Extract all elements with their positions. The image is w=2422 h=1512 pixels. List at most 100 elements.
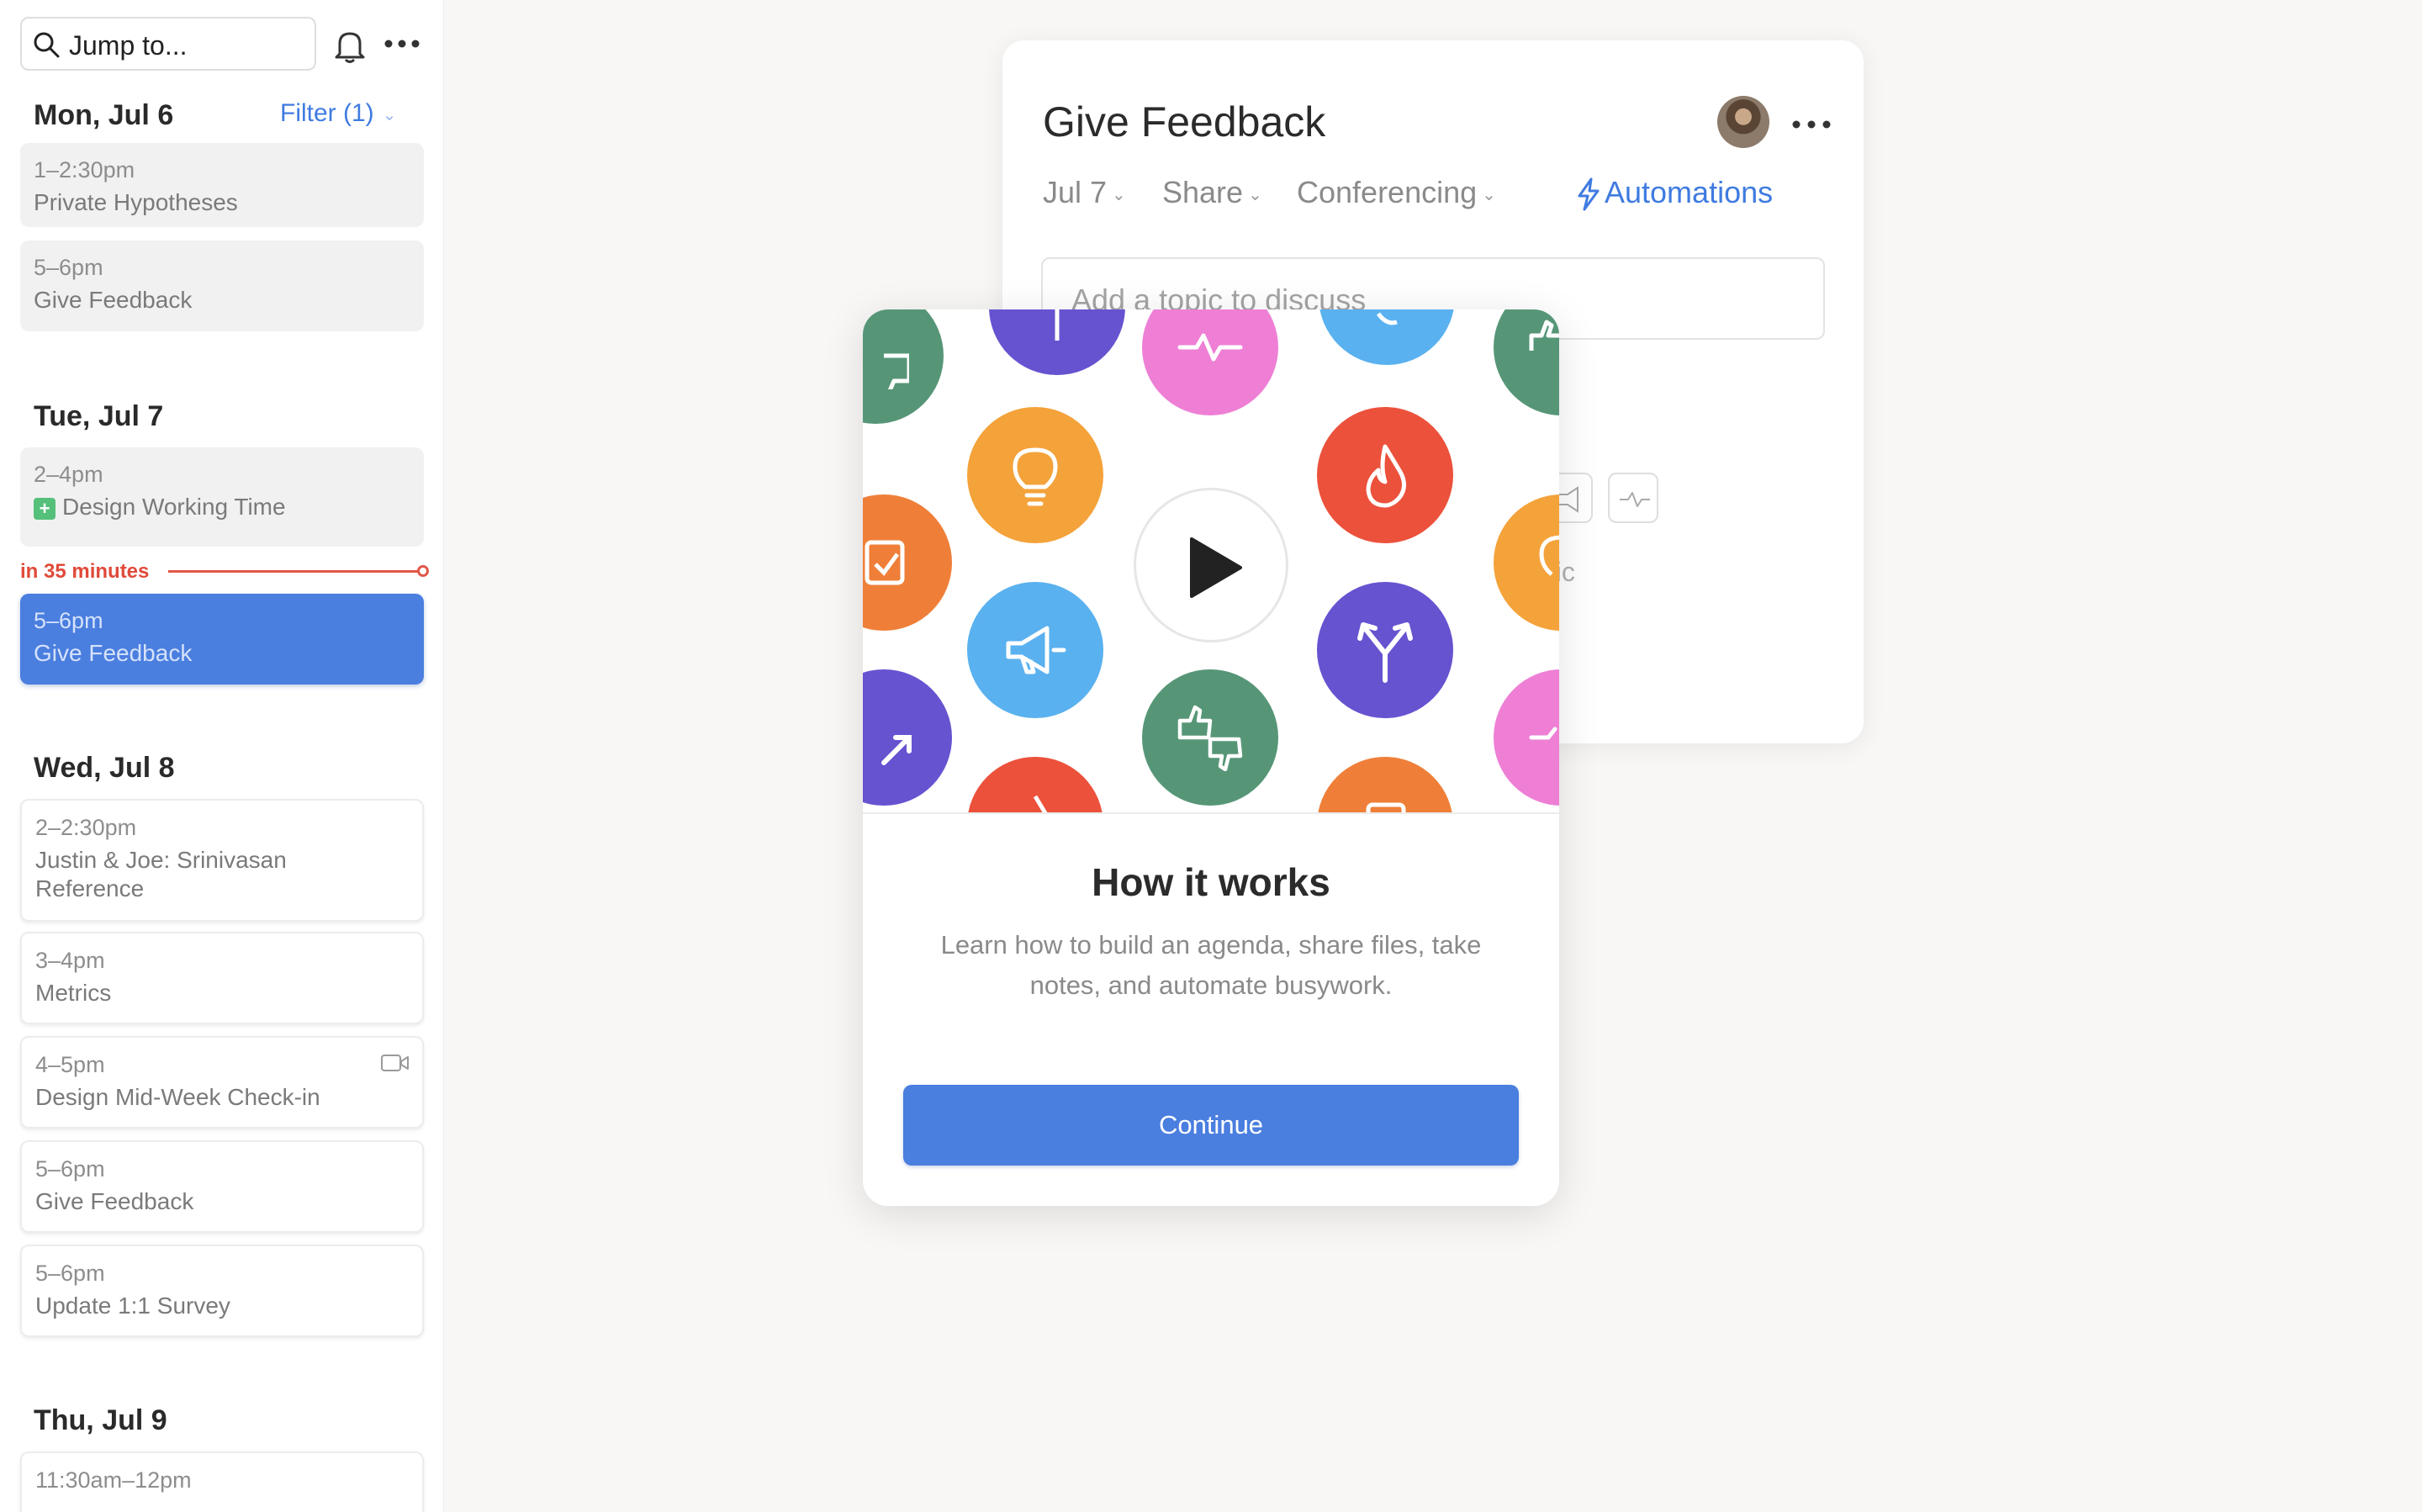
target-icon <box>1055 309 1060 341</box>
event-title: Design Mid-Week Check-in <box>35 1084 320 1110</box>
filter-label: Filter (1) <box>280 99 374 127</box>
date-dropdown[interactable]: Jul 7 ⌄ <box>1043 175 1126 210</box>
amber-circle <box>1494 494 1559 631</box>
chevron-down-icon: ⌄ <box>382 105 397 124</box>
search-input[interactable]: Jump to... <box>20 17 316 71</box>
event-title: Give Feedback <box>34 287 193 313</box>
event-title: Justin & Joe: Srinivasan Reference <box>35 847 287 901</box>
event-item[interactable]: 5–6pm Update 1:1 Survey <box>20 1245 424 1337</box>
event-time: 5–6pm <box>35 1261 105 1286</box>
pulse-icon <box>1529 727 1557 740</box>
megaphone-icon <box>1006 626 1066 674</box>
meeting-title: Give Feedback <box>1043 98 1326 145</box>
event-title: Design Working Time <box>62 494 286 520</box>
event-title: Give Feedback <box>34 640 193 666</box>
event-item-selected[interactable]: 5–6pm Give Feedback <box>20 594 424 685</box>
day-header: Mon, Jul 6 <box>34 99 174 131</box>
chevron-down-icon: ⌄ <box>1482 185 1496 204</box>
event-time: 4–5pm <box>35 1052 105 1077</box>
checkbox-icon <box>865 540 905 585</box>
pulse-icon <box>1177 333 1243 362</box>
event-time: 5–6pm <box>34 255 103 280</box>
fork-arrows-icon <box>1357 622 1413 683</box>
event-item[interactable]: 5–6pm Give Feedback <box>20 241 424 331</box>
event-item[interactable]: 2–2:30pm Justin & Joe: Srinivasan Refere… <box>20 799 424 922</box>
event-title-row: + Design Working Time <box>34 493 410 521</box>
more-dots-icon <box>384 40 420 48</box>
filter-button[interactable]: Filter (1) ⌄ <box>280 99 396 128</box>
now-dot <box>417 565 429 577</box>
lightbulb-icon <box>1013 447 1058 506</box>
event-title: Update 1:1 Survey <box>35 1293 230 1319</box>
flame-icon <box>1366 444 1406 508</box>
day-header: Wed, Jul 8 <box>34 752 175 784</box>
event-item[interactable]: 3–4pm Metrics <box>20 932 424 1024</box>
event-item[interactable]: 4–5pm Design Mid-Week Check-in <box>20 1036 424 1129</box>
more-dots-icon[interactable] <box>1790 116 1833 133</box>
red-circle <box>967 757 1103 812</box>
plus-badge-icon: + <box>34 497 56 520</box>
calendar-sidebar: Jump to... Mon, Jul 6 Filter (1) ⌄ 1–2:30… <box>0 0 444 1512</box>
event-time: 5–6pm <box>34 608 103 633</box>
conferencing-label: Conferencing <box>1297 175 1478 209</box>
time-until-label: in 35 minutes <box>20 560 150 583</box>
play-icon <box>1190 537 1242 598</box>
event-item[interactable]: 5–6pm Give Feedback <box>20 1140 424 1233</box>
video-camera-icon <box>381 1055 409 1071</box>
search-placeholder: Jump to... <box>69 30 188 61</box>
pulse-icon <box>1620 492 1650 507</box>
flame-icon <box>1033 795 1048 812</box>
notifications-button[interactable] <box>330 25 370 66</box>
purple-circle <box>989 309 1125 375</box>
share-label: Share <box>1162 175 1244 209</box>
pink-circle <box>1142 309 1278 415</box>
event-item[interactable]: 2–4pm + Design Working Time <box>20 447 424 547</box>
event-time: 11:30am–12pm <box>35 1467 192 1493</box>
checkbox-icon <box>1366 802 1406 812</box>
share-dropdown[interactable]: Share ⌄ <box>1162 175 1262 210</box>
automations-label: Automations <box>1605 175 1774 209</box>
event-time: 2–4pm <box>34 462 103 487</box>
now-line <box>168 570 420 573</box>
date-label: Jul 7 <box>1043 175 1108 209</box>
green-circle <box>863 309 944 424</box>
lightbulb-icon <box>1539 535 1559 576</box>
template-button[interactable] <box>1608 473 1658 523</box>
play-video-button[interactable] <box>1134 488 1288 642</box>
blue-circle <box>1319 309 1455 365</box>
sidebar-toolbar: Jump to... <box>20 17 432 71</box>
modal-title: How it works <box>1092 860 1330 904</box>
feature-icons-hero <box>863 309 1559 814</box>
event-title: Give Feedback <box>35 1188 194 1214</box>
pink-circle <box>1494 669 1559 806</box>
purple-circle <box>1317 582 1453 718</box>
continue-button[interactable]: Continue <box>903 1085 1519 1166</box>
event-time: 1–2:30pm <box>34 157 135 182</box>
chevron-down-icon: ⌄ <box>1112 185 1126 204</box>
event-time: 5–6pm <box>35 1156 105 1182</box>
event-item[interactable]: 1–2:30pm Private Hypotheses <box>20 143 424 227</box>
green-circle <box>1494 309 1559 415</box>
event-time: 3–4pm <box>35 948 105 973</box>
thumbs-down-icon <box>884 353 909 389</box>
thumbs-up-down-icon <box>1177 705 1243 771</box>
red-circle <box>1317 407 1453 543</box>
thumbs-down-icon <box>1376 312 1398 325</box>
lightning-icon <box>1578 177 1600 211</box>
event-time: 2–2:30pm <box>35 815 137 840</box>
purple-circle <box>863 669 952 806</box>
conferencing-dropdown[interactable]: Conferencing ⌄ <box>1297 175 1496 210</box>
amber-circle <box>967 407 1103 543</box>
day-header: Tue, Jul 7 <box>34 400 164 432</box>
avatar[interactable] <box>1717 96 1769 148</box>
orange-circle <box>863 494 952 631</box>
automations-button[interactable]: Automations <box>1576 175 1773 211</box>
current-time-indicator: in 35 minutes <box>20 557 432 584</box>
onboarding-modal: How it works Learn how to build an agend… <box>863 309 1559 1206</box>
event-title: Private Hypotheses <box>34 189 238 215</box>
modal-description: Learn how to build an agenda, share file… <box>940 930 1482 1000</box>
orange-circle <box>1317 757 1453 812</box>
event-item[interactable]: 11:30am–12pm <box>20 1451 424 1512</box>
more-options-button[interactable] <box>382 35 424 52</box>
trend-up-icon <box>881 735 912 765</box>
